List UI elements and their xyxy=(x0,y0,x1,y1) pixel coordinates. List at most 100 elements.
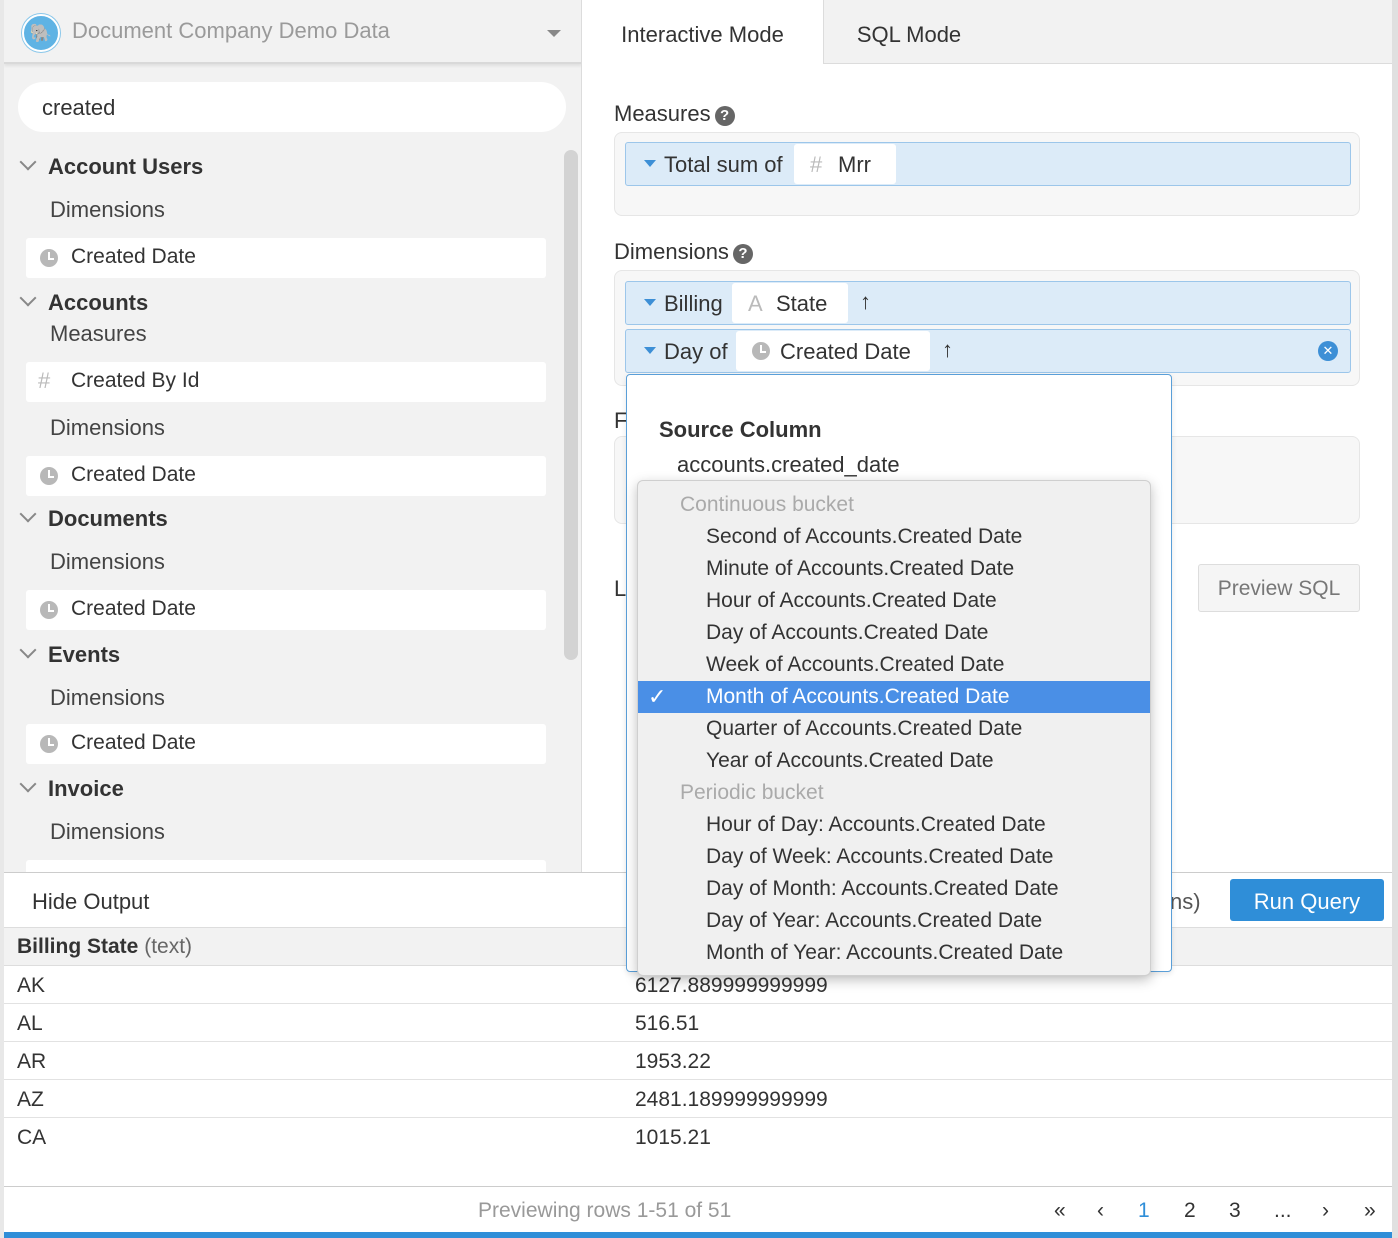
menu-item-label: Day of Year: Accounts.Created Date xyxy=(706,909,1043,932)
menu-item[interactable]: ✓ Month of Accounts.Created Date xyxy=(638,681,1150,713)
menu-item-label: Week of Accounts.Created Date xyxy=(706,653,1005,676)
preview-info: Previewing rows 1-51 of 51 xyxy=(478,1199,732,1222)
preview-sql-button[interactable]: Preview SQL xyxy=(1198,564,1360,612)
sort-ascending-icon[interactable]: ↑ xyxy=(860,289,871,315)
caret-down-icon[interactable] xyxy=(644,347,656,354)
clock-icon xyxy=(40,601,58,619)
measure-pill[interactable]: Total sum of # Mrr xyxy=(625,142,1351,186)
field-partial[interactable] xyxy=(26,860,546,872)
page-3-button[interactable]: 3 xyxy=(1229,1199,1241,1223)
source-column-value: accounts.created_date xyxy=(677,452,900,477)
remove-icon[interactable]: ✕ xyxy=(1318,341,1338,361)
page-2-button[interactable]: 2 xyxy=(1184,1199,1196,1223)
menu-item[interactable]: Day of Week: Accounts.Created Date xyxy=(638,841,1150,873)
menu-item[interactable]: Hour of Accounts.Created Date xyxy=(638,585,1150,617)
table-row: AR 1953.22 xyxy=(4,1042,1392,1080)
column-header-billing-state[interactable]: Billing State (text) xyxy=(17,935,192,959)
field-created-date[interactable]: Created Date xyxy=(26,456,546,496)
run-query-button[interactable]: Run Query xyxy=(1230,879,1384,921)
schema-sidebar: 🐘 Document Company Demo Data created Acc… xyxy=(4,0,582,872)
field-created-by-id[interactable]: # Created By Id xyxy=(26,362,546,402)
menu-item[interactable]: Day of Accounts.Created Date xyxy=(638,617,1150,649)
caret-down-icon[interactable] xyxy=(644,160,656,167)
field-created-date[interactable]: Created Date xyxy=(26,590,546,630)
mode-tabs: Interactive Mode SQL Mode xyxy=(582,0,1392,65)
dropdown-caret-icon[interactable] xyxy=(547,30,561,37)
tab-interactive-mode[interactable]: Interactive Mode xyxy=(582,0,824,65)
menu-item-label: Hour of Day: Accounts.Created Date xyxy=(706,813,1046,836)
menu-item-label: Quarter of Accounts.Created Date xyxy=(706,717,1023,740)
menu-item[interactable]: Month of Year: Accounts.Created Date xyxy=(638,937,1150,969)
last-page-button[interactable]: » xyxy=(1364,1199,1376,1223)
chevron-down-icon xyxy=(19,153,37,171)
menu-group-header: Continuous bucket xyxy=(638,489,1150,521)
menu-group-header: Periodic bucket xyxy=(638,777,1150,809)
page-1-button[interactable]: 1 xyxy=(1138,1199,1150,1223)
first-page-button[interactable]: « xyxy=(1054,1199,1066,1223)
menu-item[interactable]: Quarter of Accounts.Created Date xyxy=(638,713,1150,745)
measure-aggregation: Total sum of xyxy=(664,152,783,177)
pager-ellipsis: ... xyxy=(1274,1199,1292,1222)
table-row: AZ 2481.189999999999 xyxy=(4,1080,1392,1118)
menu-item-label: Year of Accounts.Created Date xyxy=(706,749,994,772)
sidebar-scrollbar[interactable] xyxy=(564,150,578,660)
next-page-button[interactable]: › xyxy=(1322,1199,1329,1223)
prev-page-button[interactable]: ‹ xyxy=(1097,1199,1104,1223)
chevron-down-icon xyxy=(19,289,37,307)
postgres-logo-icon: 🐘 xyxy=(22,14,60,52)
menu-item-label: Day of Month: Accounts.Created Date xyxy=(706,877,1059,900)
menu-item[interactable]: Hour of Day: Accounts.Created Date xyxy=(638,809,1150,841)
tree-section-dimensions: Dimensions xyxy=(50,685,165,710)
field-created-date[interactable]: Created Date xyxy=(26,238,546,278)
tab-sql-mode[interactable]: SQL Mode xyxy=(824,0,994,64)
frame-border-right xyxy=(1392,0,1398,1238)
bucket-dropdown-menu[interactable]: Continuous bucket Second of Accounts.Crea… xyxy=(637,480,1151,976)
clock-icon xyxy=(40,735,58,753)
menu-item-label: Month of Year: Accounts.Created Date xyxy=(706,941,1064,964)
table-row: CA 1015.21 xyxy=(4,1118,1392,1156)
menu-item[interactable]: Day of Month: Accounts.Created Date xyxy=(638,873,1150,905)
tree-group-documents[interactable]: Documents xyxy=(18,505,168,532)
schema-search-input[interactable]: created xyxy=(18,82,566,132)
dimension-pill-billing-state[interactable]: Billing A State ↑ xyxy=(625,281,1351,325)
limit-label: L xyxy=(614,576,627,601)
hide-output-button[interactable]: Hide Output xyxy=(32,889,149,915)
chevron-down-icon xyxy=(19,775,37,793)
menu-item[interactable]: Week of Accounts.Created Date xyxy=(638,649,1150,681)
clock-icon xyxy=(40,249,58,267)
help-icon[interactable]: ? xyxy=(714,106,735,126)
field-created-date[interactable]: Created Date xyxy=(26,724,546,764)
caret-down-icon[interactable] xyxy=(644,299,656,306)
menu-item-label: Day of Accounts.Created Date xyxy=(706,621,989,644)
tree-group-invoice[interactable]: Invoice xyxy=(18,775,124,802)
menu-item[interactable]: Day of Year: Accounts.Created Date xyxy=(638,905,1150,937)
menu-item[interactable]: Minute of Accounts.Created Date xyxy=(638,553,1150,585)
measures-box[interactable]: Total sum of # Mrr xyxy=(614,132,1360,216)
help-icon[interactable]: ? xyxy=(732,244,753,264)
measure-field-chip[interactable]: # Mrr xyxy=(794,144,896,184)
menu-item-label: Continuous bucket xyxy=(680,493,854,516)
tree-section-dimensions: Dimensions xyxy=(50,819,165,844)
menu-item-label: Hour of Accounts.Created Date xyxy=(706,589,997,612)
dimension-field-chip[interactable]: Created Date xyxy=(736,331,930,371)
pagination: Previewing rows 1-51 of 51 « ‹ 1 2 3 ...… xyxy=(4,1186,1392,1232)
dimensions-box[interactable]: Billing A State ↑ Day of Created Date ↑ … xyxy=(614,270,1360,386)
tree-group-accounts[interactable]: Accounts xyxy=(18,289,148,316)
tree-section-measures: Measures xyxy=(50,321,147,346)
clock-icon xyxy=(752,342,770,360)
dimensions-label: Dimensions? xyxy=(614,239,753,265)
tree-section-dimensions: Dimensions xyxy=(50,197,165,222)
menu-item[interactable]: Second of Accounts.Created Date xyxy=(638,521,1150,553)
dimension-field-chip[interactable]: A State xyxy=(732,283,848,323)
tree-group-events[interactable]: Events xyxy=(18,641,120,668)
dimension-pill-created-date[interactable]: Day of Created Date ↑ ✕ xyxy=(625,329,1351,373)
sort-ascending-icon[interactable]: ↑ xyxy=(942,337,953,363)
menu-item-label: Minute of Accounts.Created Date xyxy=(706,557,1015,580)
tree-group-account-users[interactable]: Account Users xyxy=(18,153,203,180)
database-selector[interactable]: 🐘 Document Company Demo Data xyxy=(4,0,581,64)
tree-section-dimensions: Dimensions xyxy=(50,415,165,440)
row-limit-text: ns) xyxy=(1170,889,1201,914)
menu-item[interactable]: Year of Accounts.Created Date xyxy=(638,745,1150,777)
chevron-down-icon xyxy=(19,505,37,523)
bottom-accent-bar xyxy=(4,1232,1392,1238)
